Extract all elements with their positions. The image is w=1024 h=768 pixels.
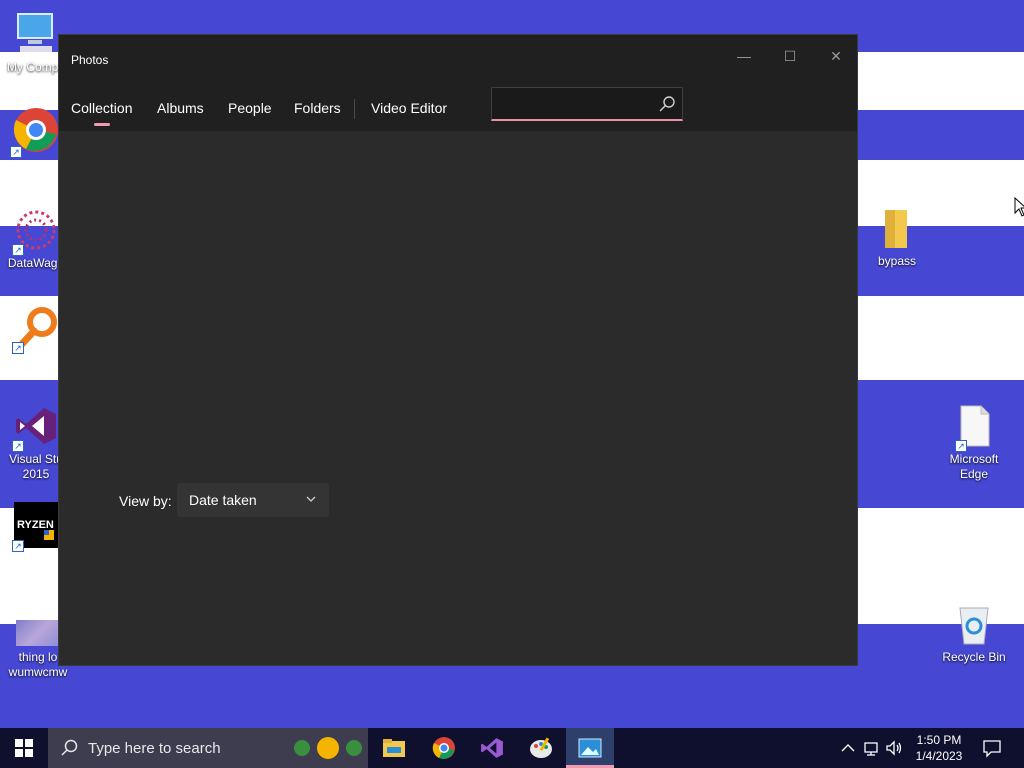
taskbar-search-placeholder: Type here to search — [88, 740, 221, 757]
active-tab-indicator — [94, 123, 110, 126]
network-icon[interactable] — [862, 738, 882, 758]
tab-video-editor[interactable]: Video Editor — [371, 100, 447, 116]
desktop-icon-label: DataWago — [7, 256, 65, 270]
folder-icon — [881, 208, 913, 250]
taskbar-photos[interactable] — [566, 728, 614, 768]
taskbar-clock[interactable]: 1:50 PM 1/4/2023 — [908, 732, 970, 764]
desktop-icon-label: Recycle Bin — [942, 650, 1006, 664]
tab-collection[interactable]: Collection — [71, 100, 132, 116]
shortcut-arrow-icon: ↗ — [955, 440, 967, 452]
clock-time: 1:50 PM — [916, 733, 962, 747]
recycle-bin-icon — [954, 602, 994, 646]
chevron-up-icon[interactable] — [838, 738, 858, 758]
taskbar-search-box[interactable]: Type here to search — [48, 728, 368, 768]
taskbar: Type here to search 1:50 PM 1/4/2023 — [0, 728, 1024, 768]
datawagon-logo-icon: ↗ — [12, 208, 58, 256]
shortcut-arrow-icon: ↗ — [10, 146, 22, 158]
taskbar-paint[interactable] — [517, 728, 565, 768]
photos-icon — [578, 738, 602, 758]
search-icon — [61, 739, 78, 756]
desktop-icon-label: bypass — [877, 254, 917, 268]
shortcut-arrow-icon: ↗ — [12, 244, 24, 256]
chrome-icon — [432, 737, 455, 759]
start-button[interactable] — [0, 728, 48, 768]
tab-folders[interactable]: Folders — [294, 100, 341, 116]
desktop-icon-label: Microsoft Edge — [949, 452, 999, 481]
shortcut-arrow-icon: ↗ — [12, 540, 24, 552]
search-highlight-icon — [294, 737, 362, 759]
view-by-label: View by: — [119, 493, 172, 509]
view-by-value: Date taken — [189, 492, 257, 508]
taskbar-chrome[interactable] — [420, 728, 468, 768]
view-by-dropdown[interactable]: Date taken — [177, 483, 329, 517]
mouse-cursor-icon — [1014, 197, 1024, 217]
photos-window: Photos — ☐ ✕ Collection Albums People Fo… — [58, 34, 858, 666]
search-icon[interactable] — [658, 95, 676, 113]
volume-icon[interactable] — [884, 738, 904, 758]
magnifier-app-icon: ↗ — [12, 306, 58, 354]
desktop-icon-bypass-folder[interactable]: bypass — [861, 208, 933, 269]
shortcut-arrow-icon: ↗ — [12, 342, 24, 354]
svg-text:RYZEN: RYZEN — [17, 519, 54, 531]
desktop-icon-recycle-bin[interactable]: Recycle Bin — [938, 602, 1010, 665]
visual-studio-icon — [481, 738, 503, 758]
blank-file-icon: ↗ — [955, 404, 991, 452]
windows-logo-icon — [15, 739, 33, 757]
tab-albums[interactable]: Albums — [157, 100, 204, 116]
shortcut-arrow-icon: ↗ — [12, 440, 24, 452]
paint-palette-icon — [530, 737, 552, 758]
title-bar[interactable]: Photos — ☐ ✕ — [59, 35, 857, 83]
close-button[interactable]: ✕ — [813, 41, 859, 71]
monitor-icon — [14, 10, 58, 56]
tab-people[interactable]: People — [228, 100, 272, 116]
taskbar-file-explorer[interactable] — [370, 728, 418, 768]
search-input[interactable] — [498, 94, 652, 116]
notifications-icon[interactable] — [982, 738, 1002, 758]
maximize-button[interactable]: ☐ — [767, 41, 813, 71]
image-thumbnail-icon — [16, 620, 60, 646]
ryzen-logo-icon: RYZEN ↗ — [12, 502, 58, 552]
taskbar-visual-studio[interactable] — [468, 728, 516, 768]
minimize-button[interactable]: — — [721, 41, 767, 71]
clock-date: 1/4/2023 — [915, 749, 963, 763]
desktop-icon-microsoft-edge[interactable]: ↗ Microsoft Edge — [938, 404, 1010, 482]
window-title: Photos — [71, 53, 109, 67]
desktop-icon-label: Visual Stu 2015 — [9, 452, 63, 481]
chrome-icon: ↗ — [10, 104, 60, 158]
visual-studio-icon: ↗ — [12, 404, 58, 452]
search-box[interactable] — [491, 87, 683, 121]
desktop-icon-label: My Compu — [6, 60, 65, 74]
folder-icon — [383, 739, 405, 757]
nav-bar: Collection Albums People Folders Video E… — [59, 83, 857, 131]
chevron-down-icon — [306, 496, 316, 502]
nav-divider — [354, 99, 355, 119]
